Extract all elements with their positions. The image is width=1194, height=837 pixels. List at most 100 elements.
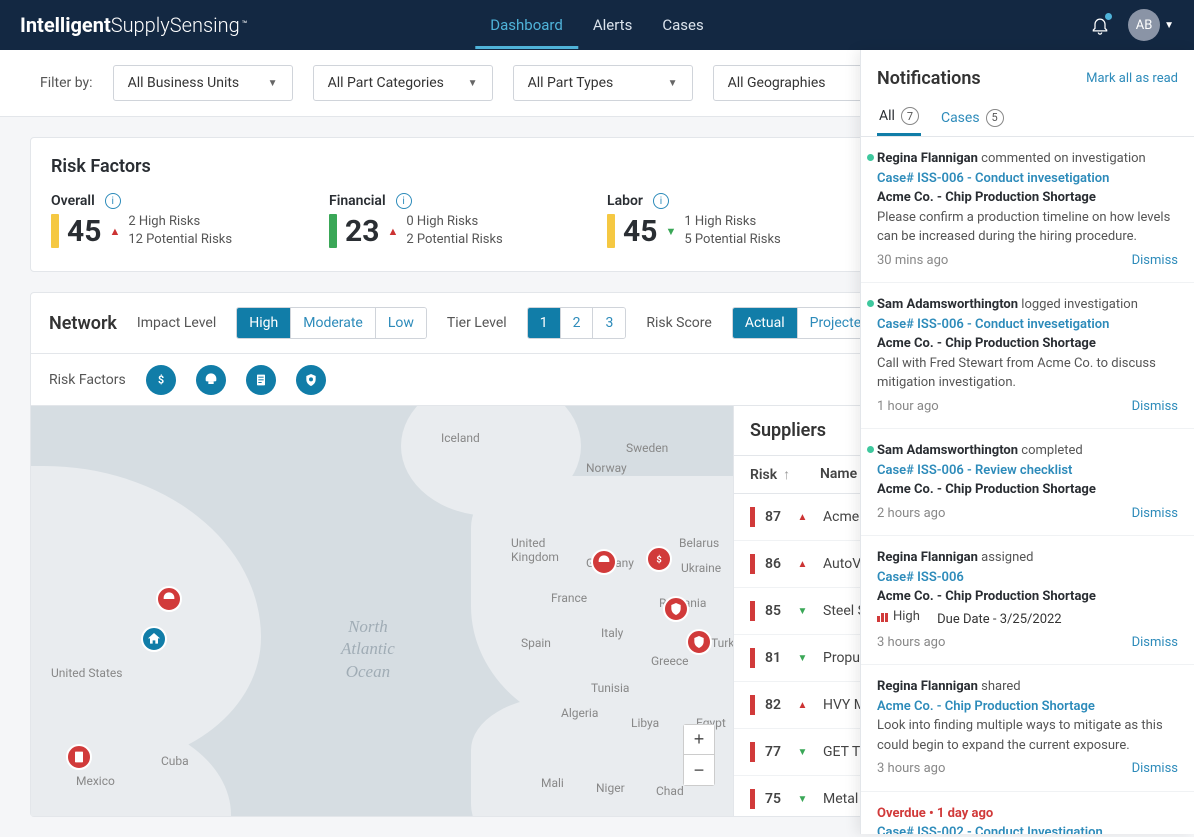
impact-moderate[interactable]: Moderate bbox=[291, 308, 376, 338]
priority-badge: High bbox=[877, 607, 920, 627]
tier-segmented: 1 2 3 bbox=[527, 307, 627, 339]
map-label: Mexico bbox=[76, 774, 115, 788]
notif-case-link[interactable]: Acme Co. - Chip Production Shortage bbox=[877, 697, 1178, 717]
bell-icon[interactable] bbox=[1090, 15, 1110, 35]
notif-actor: Regina Flannigan bbox=[877, 550, 978, 565]
riskscore-actual[interactable]: Actual bbox=[733, 308, 798, 338]
risk-score: 45 bbox=[67, 214, 101, 249]
info-icon[interactable]: i bbox=[653, 193, 669, 209]
map-label: Cuba bbox=[161, 754, 189, 768]
notification-item: Sam Adamsworthington logged investigatio… bbox=[861, 283, 1194, 429]
filter-by-label: Filter by: bbox=[40, 75, 93, 91]
sort-asc-icon[interactable]: ↑ bbox=[783, 466, 790, 483]
zoom-in-button[interactable]: + bbox=[684, 725, 714, 755]
notif-count-cases: 5 bbox=[986, 109, 1004, 127]
map-label: Mali bbox=[541, 776, 564, 790]
notif-actor: Sam Adamsworthington bbox=[877, 443, 1018, 458]
nav-dashboard[interactable]: Dashboard bbox=[475, 1, 578, 49]
dismiss-link[interactable]: Dismiss bbox=[1132, 397, 1178, 417]
map-label: Greece bbox=[651, 654, 689, 668]
notif-body: Please confirm a production timeline on … bbox=[877, 208, 1178, 247]
risk-bar bbox=[750, 742, 755, 762]
overdue-label: Overdue • 1 day ago bbox=[877, 804, 1178, 824]
notif-case-link[interactable]: Case# ISS-006 - Conduct invesetigation bbox=[877, 169, 1178, 189]
labor-icon[interactable] bbox=[196, 365, 226, 395]
nav-alerts[interactable]: Alerts bbox=[578, 1, 648, 49]
notification-item: Regina Flannigan sharedAcme Co. - Chip P… bbox=[861, 665, 1194, 792]
notif-time: 3 hours ago bbox=[877, 633, 945, 653]
risk-card: Overall i 45 ▲ 2 High Risks 12 Potential… bbox=[51, 193, 309, 249]
map-label: Ukraine bbox=[681, 561, 721, 575]
info-icon[interactable]: i bbox=[396, 193, 412, 209]
notif-case-link[interactable]: Case# ISS-002 - Conduct Investigation bbox=[877, 823, 1178, 834]
info-icon[interactable]: i bbox=[105, 193, 121, 209]
map-label: Italy bbox=[601, 626, 623, 640]
unread-dot bbox=[867, 446, 874, 453]
col-risk-header[interactable]: Risk bbox=[750, 467, 777, 483]
chevron-down-icon: ▼ bbox=[668, 78, 678, 89]
map-label: France bbox=[551, 591, 587, 605]
notif-case-link[interactable]: Case# ISS-006 bbox=[877, 568, 1178, 588]
tier-2[interactable]: 2 bbox=[561, 308, 594, 338]
notif-subject: Acme Co. - Chip Production Shortage bbox=[877, 587, 1178, 607]
risk-score-label: Risk Score bbox=[646, 315, 712, 331]
regulatory-icon[interactable] bbox=[246, 365, 276, 395]
col-name-header[interactable]: Name bbox=[820, 466, 857, 483]
risk-score: 45 bbox=[623, 214, 657, 249]
notif-action: shared bbox=[981, 679, 1020, 694]
nav-cases[interactable]: Cases bbox=[647, 1, 718, 49]
risk-high-text: 1 High Risks bbox=[684, 213, 780, 231]
dismiss-link[interactable]: Dismiss bbox=[1132, 251, 1178, 271]
filter-business-units[interactable]: All Business Units▼ bbox=[113, 65, 293, 101]
map-label: United States bbox=[51, 666, 122, 680]
chevron-down-icon: ▼ bbox=[468, 78, 478, 89]
notif-tab-all[interactable]: All 7 bbox=[877, 99, 921, 136]
financial-icon[interactable]: $ bbox=[146, 365, 176, 395]
map-label: Turk bbox=[711, 636, 733, 650]
notif-case-link[interactable]: Case# ISS-006 - Review checklist bbox=[877, 461, 1178, 481]
trend-up-icon: ▲ bbox=[790, 512, 815, 523]
svg-text:$: $ bbox=[158, 373, 164, 386]
dismiss-link[interactable]: Dismiss bbox=[1132, 633, 1178, 653]
risk-card: Labor i 45 ▼ 1 High Risks 5 Potential Ri… bbox=[607, 193, 865, 249]
supplier-risk: 87 bbox=[765, 509, 790, 525]
supplier-risk: 82 bbox=[765, 697, 790, 713]
tier-3[interactable]: 3 bbox=[593, 308, 625, 338]
risk-bar bbox=[329, 214, 337, 248]
geographical-map[interactable]: NorthAtlanticOcean United States Cuba Me… bbox=[31, 406, 733, 816]
map-label: United Kingdom bbox=[511, 536, 559, 564]
notif-tab-cases[interactable]: Cases 5 bbox=[939, 99, 1006, 136]
dismiss-link[interactable]: Dismiss bbox=[1132, 504, 1178, 524]
map-label: Spain bbox=[521, 636, 551, 650]
notif-body: Look into finding multiple ways to mitig… bbox=[877, 716, 1178, 755]
filter-part-categories[interactable]: All Part Categories▼ bbox=[313, 65, 493, 101]
user-menu[interactable]: AB ▼ bbox=[1128, 9, 1174, 41]
zoom-out-button[interactable]: − bbox=[684, 755, 714, 785]
mark-all-read-link[interactable]: Mark all as read bbox=[1086, 71, 1178, 86]
supplier-risk: 86 bbox=[765, 556, 790, 572]
dismiss-link[interactable]: Dismiss bbox=[1132, 759, 1178, 779]
network-title: Network bbox=[49, 313, 117, 334]
impact-high[interactable]: High bbox=[237, 308, 291, 338]
chevron-down-icon: ▼ bbox=[1164, 20, 1174, 31]
filter-part-types[interactable]: All Part Types▼ bbox=[513, 65, 693, 101]
map-zoom-controls: + − bbox=[683, 724, 715, 786]
supplier-risk: 81 bbox=[765, 650, 790, 666]
tier-1[interactable]: 1 bbox=[528, 308, 561, 338]
notif-actor: Regina Flannigan bbox=[877, 151, 978, 166]
notif-time: 30 mins ago bbox=[877, 251, 948, 271]
notif-case-link[interactable]: Case# ISS-006 - Conduct invesetigation bbox=[877, 315, 1178, 335]
map-label: Libya bbox=[631, 716, 659, 730]
notif-action: assigned bbox=[981, 550, 1033, 565]
notif-action: logged investigation bbox=[1021, 297, 1138, 312]
notif-subject: Acme Co. - Chip Production Shortage bbox=[877, 334, 1178, 354]
risk-bar bbox=[750, 601, 755, 621]
impact-segmented: High Moderate Low bbox=[236, 307, 427, 339]
notifications-panel: Notifications Mark all as read All 7 Cas… bbox=[860, 50, 1194, 834]
impact-low[interactable]: Low bbox=[376, 308, 426, 338]
risk-card-name: Overall bbox=[51, 193, 95, 209]
risk-high-text: 0 High Risks bbox=[406, 213, 502, 231]
map-label: Iceland bbox=[441, 431, 480, 445]
notif-action: completed bbox=[1021, 443, 1082, 458]
shield-icon[interactable] bbox=[296, 365, 326, 395]
